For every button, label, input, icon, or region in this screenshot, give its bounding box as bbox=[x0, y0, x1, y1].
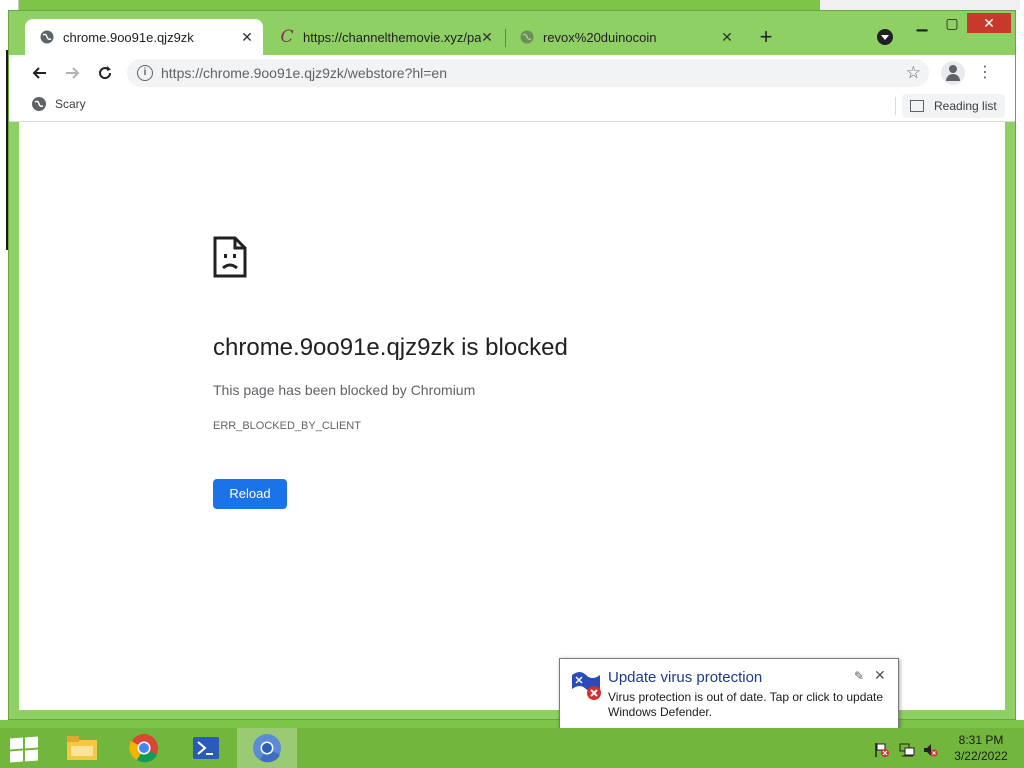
tab-title: https://channelthemovie.xyz/pag bbox=[303, 29, 481, 45]
maximize-button[interactable]: ▢ bbox=[937, 13, 967, 33]
shield-flag-icon bbox=[570, 669, 604, 701]
notification-title: Update virus protection bbox=[608, 669, 763, 686]
globe-icon bbox=[519, 29, 535, 45]
site-info-icon[interactable]: i bbox=[137, 65, 153, 81]
reload-button[interactable]: Reload bbox=[213, 479, 287, 509]
page-content: chrome.9oo91e.qjz9zk is blocked This pag… bbox=[19, 122, 1005, 710]
tab-title: chrome.9oo91e.qjz9zk bbox=[63, 29, 194, 45]
background-window-titlebar bbox=[820, 0, 1020, 10]
taskbar: 8:31 PM 3/22/2022 bbox=[0, 728, 1024, 768]
tab-3[interactable]: revox%20duinocoin ✕ bbox=[505, 19, 743, 55]
close-tab-icon[interactable]: ✕ bbox=[239, 29, 255, 45]
tab-search-icon[interactable] bbox=[877, 29, 893, 45]
globe-icon bbox=[31, 96, 47, 112]
file-explorer-icon[interactable] bbox=[52, 728, 112, 768]
bookmark-label: Scary bbox=[55, 97, 86, 111]
reading-list-button[interactable]: Reading list bbox=[902, 94, 1005, 118]
network-icon[interactable] bbox=[899, 742, 915, 757]
profile-icon[interactable] bbox=[941, 61, 965, 85]
blocked-page-icon bbox=[213, 236, 247, 283]
clock-date: 3/22/2022 bbox=[954, 749, 1008, 763]
chromium-icon[interactable] bbox=[237, 728, 297, 768]
bookmark-scary[interactable]: Scary bbox=[31, 96, 86, 112]
minimize-button[interactable]: ▁ bbox=[907, 13, 937, 33]
tab-1[interactable]: chrome.9oo91e.qjz9zk ✕ bbox=[25, 19, 263, 55]
globe-icon bbox=[39, 29, 55, 45]
tab-2[interactable]: C https://channelthemovie.xyz/pag ✕ bbox=[265, 19, 503, 55]
system-clock[interactable]: 8:31 PM 3/22/2022 bbox=[946, 732, 1016, 764]
notification-body: Virus protection is out of date. Tap or … bbox=[608, 690, 884, 719]
channel-c-icon: C bbox=[280, 27, 294, 47]
tab-strip: chrome.9oo91e.qjz9zk ✕ C https://channel… bbox=[9, 11, 1015, 55]
error-code: ERR_BLOCKED_BY_CLIENT bbox=[213, 420, 361, 432]
close-window-button[interactable]: ✕ bbox=[967, 13, 1011, 33]
toolbar: i https://chrome.9oo91e.qjz9zk/webstore?… bbox=[9, 55, 1015, 91]
url-text: https://chrome.9oo91e.qjz9zk/webstore?hl… bbox=[161, 65, 448, 81]
bookmarks-bar: Scary Reading list bbox=[9, 91, 1015, 122]
back-button[interactable] bbox=[27, 61, 51, 85]
tab-title: revox%20duinocoin bbox=[543, 29, 657, 45]
start-button[interactable] bbox=[10, 736, 38, 763]
reading-list-label: Reading list bbox=[934, 99, 997, 113]
action-center-flag-icon[interactable] bbox=[874, 742, 889, 757]
clock-time: 8:31 PM bbox=[958, 733, 1004, 747]
powershell-icon[interactable] bbox=[176, 728, 236, 768]
notification-balloon[interactable]: Update virus protection Virus protection… bbox=[559, 658, 899, 740]
browser-window: chrome.9oo91e.qjz9zk ✕ C https://channel… bbox=[8, 10, 1016, 720]
new-tab-button[interactable]: + bbox=[755, 26, 777, 49]
close-tab-icon[interactable]: ✕ bbox=[719, 29, 735, 45]
reading-list-icon bbox=[910, 100, 924, 112]
volume-muted-icon[interactable] bbox=[922, 742, 938, 757]
menu-icon[interactable]: ⋮ bbox=[975, 61, 995, 85]
settings-wrench-icon[interactable]: ✎ bbox=[854, 669, 864, 683]
bookmark-star-icon[interactable]: ☆ bbox=[906, 63, 921, 83]
close-tab-icon[interactable]: ✕ bbox=[479, 29, 495, 45]
address-bar[interactable]: i https://chrome.9oo91e.qjz9zk/webstore?… bbox=[127, 59, 929, 87]
forward-button[interactable] bbox=[61, 61, 85, 85]
error-title: chrome.9oo91e.qjz9zk is blocked bbox=[213, 334, 568, 361]
chrome-icon[interactable] bbox=[114, 728, 174, 768]
reload-icon[interactable] bbox=[93, 61, 117, 85]
error-description: This page has been blocked by Chromium bbox=[213, 382, 476, 398]
close-icon[interactable]: ✕ bbox=[874, 667, 886, 684]
